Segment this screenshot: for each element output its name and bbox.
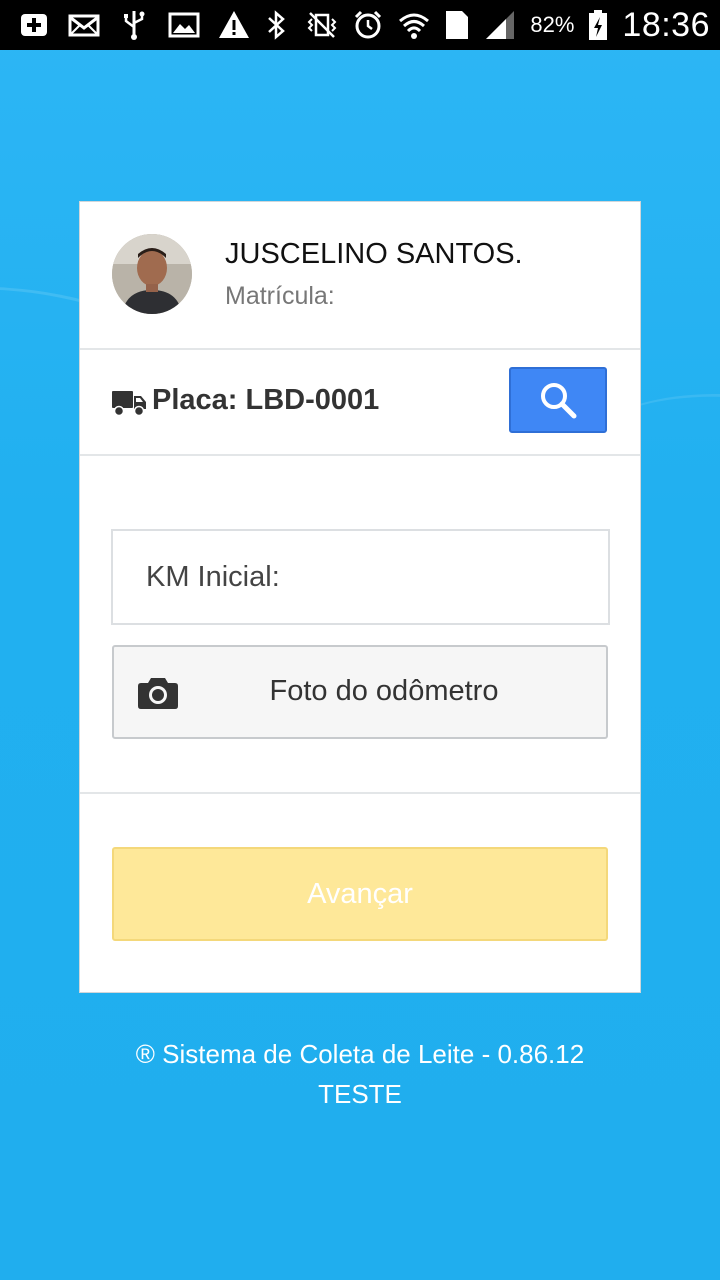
avatar: [112, 234, 192, 314]
battery-icon: [588, 9, 608, 41]
profile-section: JUSCELINO SANTOS. Matrícula:: [80, 202, 640, 350]
bluetooth-icon: [260, 9, 292, 41]
add-icon: [18, 9, 50, 41]
odometer-photo-button[interactable]: Foto do odômetro: [112, 645, 608, 739]
search-vehicle-button[interactable]: [509, 367, 607, 433]
clock: 18:36: [622, 5, 710, 44]
signal-icon: [484, 9, 516, 41]
status-bar: 82% 18:36: [0, 0, 720, 50]
usb-icon: [118, 9, 150, 41]
alarm-icon: [352, 9, 384, 41]
truck-icon: [112, 388, 146, 417]
footer-version: ® Sistema de Coleta de Leite - 0.86.12: [135, 1039, 585, 1069]
km-initial-input[interactable]: KM Inicial:: [111, 529, 610, 625]
battery-percentage: 82%: [530, 12, 575, 37]
search-icon: [539, 381, 577, 419]
user-name: JUSCELINO SANTOS.: [225, 238, 523, 270]
vehicle-plate-row: Placa: LBD-0001: [80, 350, 640, 456]
vehicle-plate: Placa: LBD-0001: [152, 384, 380, 416]
user-registration-label: Matrícula:: [225, 282, 335, 310]
sim-icon: [444, 9, 470, 41]
section-divider: [80, 792, 640, 794]
footer: ® Sistema de Coleta de Leite - 0.86.12 T…: [0, 1034, 720, 1114]
next-button[interactable]: Avançar: [112, 847, 608, 941]
app-screen: 82% 18:36 JUSCELINO SANTOS. Matrícula: P…: [0, 0, 720, 1280]
warning-icon: [218, 9, 250, 41]
vibrate-icon: [306, 9, 338, 41]
image-icon: [168, 9, 200, 41]
odometer-photo-label: Foto do odômetro: [269, 675, 499, 707]
mail-icon: [68, 9, 100, 41]
wifi-icon: [398, 9, 430, 41]
driver-card: JUSCELINO SANTOS. Matrícula: Placa: LBD-…: [79, 201, 641, 993]
footer-environment: TESTE: [318, 1079, 402, 1109]
